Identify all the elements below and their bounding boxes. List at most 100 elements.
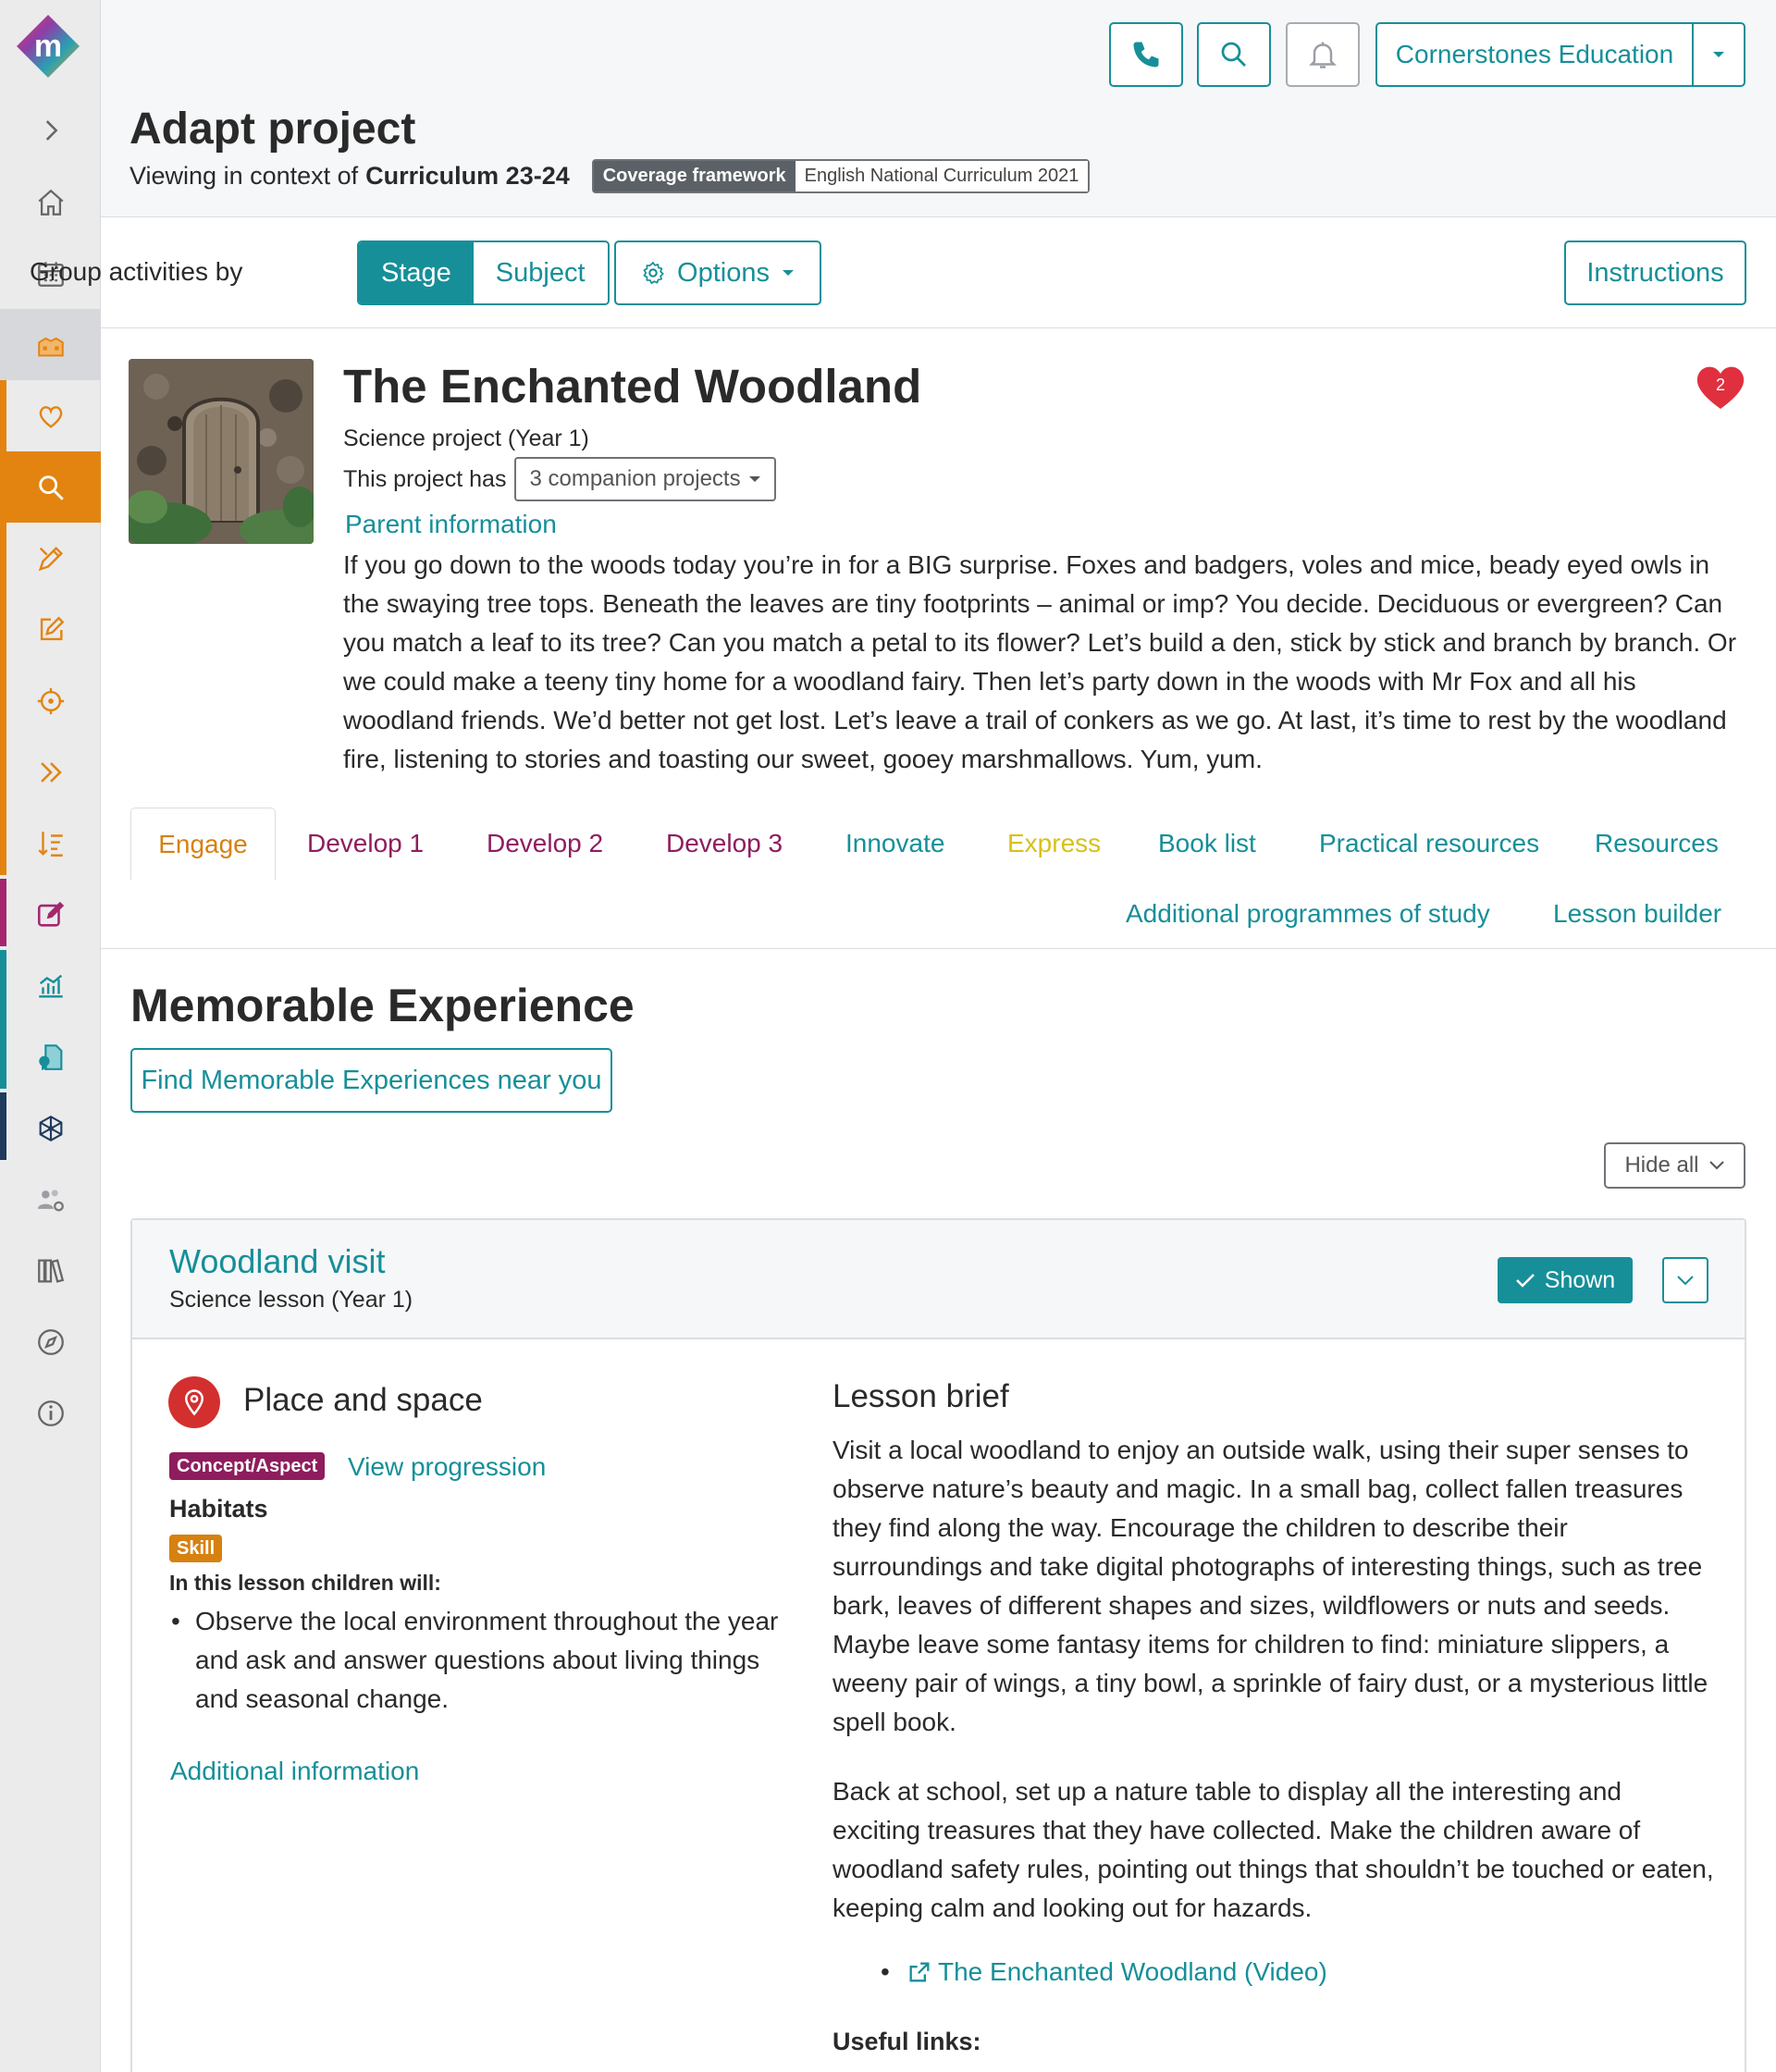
group-by-label: Group activities by (30, 257, 243, 286)
options-label: Options (677, 257, 770, 288)
project-title: The Enchanted Woodland (343, 360, 922, 413)
lesson-subtitle: Science lesson (Year 1) (169, 1287, 413, 1313)
sort-list-icon[interactable] (0, 808, 101, 879)
group-by-toggle: Stage Subject (357, 240, 610, 305)
hide-all-button[interactable]: Hide all (1604, 1142, 1745, 1189)
target-icon[interactable] (0, 665, 101, 736)
chevron-down-icon (1708, 1161, 1724, 1170)
info-icon[interactable] (0, 1377, 101, 1449)
lesson-brief-paragraph-1: Visit a local woodland to enjoy an outsi… (832, 1436, 1708, 1736)
school-switcher[interactable]: Cornerstones Education (1375, 22, 1745, 87)
companion-prefix: This project has (343, 465, 507, 492)
parent-information-link[interactable]: Parent information (345, 510, 557, 539)
tab-resources[interactable]: Resources (1595, 829, 1719, 858)
favourite-count: 2 (1716, 376, 1725, 394)
tab-innovate[interactable]: Innovate (845, 829, 944, 858)
library-books-icon[interactable] (0, 1235, 101, 1306)
context-prefix: Viewing in context of (130, 162, 359, 190)
notifications-button[interactable] (1286, 22, 1360, 87)
chevron-down-icon[interactable] (1694, 24, 1744, 85)
instructions-button[interactable]: Instructions (1564, 240, 1746, 305)
lesson-brief-paragraph-2: Back at school, set up a nature table to… (832, 1777, 1714, 1922)
lesson-card-header: Woodland visit Science lesson (Year 1) S… (132, 1220, 1745, 1339)
home-icon[interactable] (0, 166, 101, 238)
additional-information-link[interactable]: Additional information (170, 1757, 419, 1786)
place-and-space-title: Place and space (243, 1382, 483, 1418)
find-experiences-button[interactable]: Find Memorable Experiences near you (130, 1048, 612, 1113)
sidebar: m (0, 0, 101, 2072)
collapse-lesson-button[interactable] (1662, 1257, 1708, 1303)
assessment-edit-icon[interactable] (0, 879, 101, 950)
expand-sidebar-chevron-icon[interactable] (0, 94, 101, 166)
tab-express[interactable]: Express (1007, 829, 1101, 858)
tab-develop-1[interactable]: Develop 1 (307, 829, 424, 858)
stage-toggle-button[interactable]: Stage (359, 242, 474, 303)
tab-additional-programmes[interactable]: Additional programmes of study (1126, 899, 1490, 929)
svg-text:m: m (34, 29, 62, 64)
project-subtitle: Science project (Year 1) (343, 426, 589, 451)
subject-toggle-button[interactable]: Subject (473, 242, 608, 303)
chevron-down-icon (1677, 1276, 1694, 1286)
bullet-dot: • (881, 1957, 890, 1986)
list-item: Observe the local environment throughout… (171, 1602, 787, 1719)
coverage-label: Coverage framework (593, 161, 796, 191)
tab-practical-resources[interactable]: Practical resources (1319, 829, 1539, 858)
tab-lesson-builder[interactable]: Lesson builder (1553, 899, 1721, 929)
school-name[interactable]: Cornerstones Education (1377, 24, 1694, 85)
favourite-heart-icon[interactable]: 2 (1693, 359, 1748, 414)
tab-book-list[interactable]: Book list (1158, 829, 1256, 858)
heart-icon[interactable] (0, 380, 101, 451)
search-button[interactable] (1197, 22, 1271, 87)
page-header: Cornerstones Education Adapt project Vie… (101, 0, 1776, 217)
coverage-value: English National Curriculum 2021 (795, 161, 1089, 191)
bell-icon (1309, 42, 1337, 68)
phone-icon (1133, 42, 1159, 68)
network-cube-icon[interactable] (0, 1092, 101, 1164)
skill-badge: Skill (169, 1535, 223, 1562)
search-nav-icon[interactable] (0, 451, 101, 523)
companion-projects-dropdown[interactable]: 3 companion projects (514, 457, 776, 501)
project-image (129, 359, 314, 544)
lesson-will-label: In this lesson children will: (169, 1571, 441, 1595)
view-progression-link[interactable]: View progression (348, 1452, 546, 1482)
school-projects-icon[interactable] (0, 309, 101, 380)
design-tools-icon[interactable] (0, 523, 101, 594)
tab-engage[interactable]: Engage (130, 808, 276, 880)
tabs-divider (101, 948, 1776, 949)
context-curriculum: Curriculum 23-24 (365, 162, 570, 190)
document-award-icon[interactable] (0, 1021, 101, 1092)
coverage-framework-badge: Coverage framework English National Curr… (591, 159, 1091, 193)
hide-all-label: Hide all (1624, 1153, 1699, 1178)
options-button[interactable]: Options (614, 240, 821, 305)
tab-develop-3[interactable]: Develop 3 (666, 829, 783, 858)
users-settings-icon[interactable] (0, 1164, 101, 1235)
video-link-label: The Enchanted Woodland (Video) (938, 1957, 1327, 1986)
edit-square-icon[interactable] (0, 594, 101, 665)
caret-down-icon (782, 270, 794, 276)
project-description: If you go down to the woods today you’re… (343, 550, 1737, 773)
section-title: Memorable Experience (130, 980, 635, 1031)
checkmark-icon (1515, 1274, 1535, 1288)
companion-row: This project has 3 companion projects (343, 457, 776, 501)
lesson-brief-title: Lesson brief (832, 1378, 1009, 1414)
gear-icon (643, 262, 664, 284)
phone-button[interactable] (1109, 22, 1183, 87)
shown-label: Shown (1544, 1266, 1616, 1293)
search-icon (1221, 42, 1246, 67)
double-chevron-icon[interactable] (0, 736, 101, 808)
concept-aspect-badge: Concept/Aspect (169, 1452, 326, 1480)
context-line: Viewing in context of Curriculum 23-24 C… (130, 159, 1091, 193)
external-link-icon (909, 1962, 930, 1982)
lesson-title[interactable]: Woodland visit (169, 1242, 385, 1281)
shown-toggle-button[interactable]: Shown (1498, 1257, 1633, 1303)
tab-develop-2[interactable]: Develop 2 (487, 829, 603, 858)
concept-name: Habitats (169, 1495, 268, 1523)
caret-down-icon (748, 476, 760, 482)
compass-icon[interactable] (0, 1306, 101, 1377)
toolbar (101, 217, 1776, 328)
video-link[interactable]: The Enchanted Woodland (Video) (906, 1957, 1327, 1987)
analytics-chart-icon[interactable] (0, 950, 101, 1021)
app-logo[interactable]: m (15, 13, 81, 80)
page-title: Adapt project (130, 105, 416, 154)
lesson-objectives: Observe the local environment throughout… (171, 1602, 787, 1719)
